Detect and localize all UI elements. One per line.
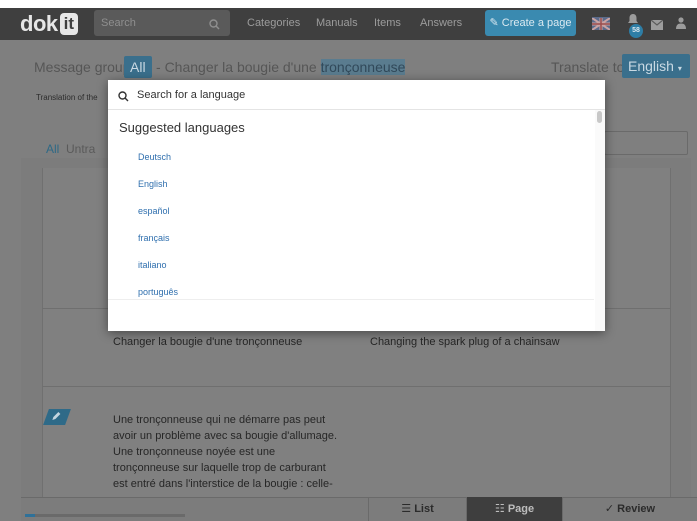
language-option-francais[interactable]: français (138, 233, 170, 243)
checkmark-icon: ✓ (604, 503, 615, 515)
tab-all[interactable]: All (41, 142, 65, 161)
section-divider (108, 299, 594, 300)
view-review-label: Review (617, 503, 656, 515)
source-text-row-2: Une tronçonneuse qui ne démarre pas peut… (113, 414, 338, 490)
create-page-label: Create a page (501, 17, 572, 29)
site-search-placeholder: Search (101, 17, 136, 29)
scrollbar-thumb[interactable] (597, 111, 602, 123)
pencil-icon (52, 412, 61, 420)
dokit-logo[interactable]: dok it (20, 11, 79, 37)
translation-of-text: Translation of the (36, 93, 98, 102)
title-separator: - (156, 59, 161, 75)
grid-list-icon: ☷ (494, 503, 505, 515)
language-option-english[interactable]: English (138, 179, 168, 189)
pencil-icon: ✎ (489, 17, 499, 29)
chevron-down-icon: ▾ (677, 64, 682, 73)
target-language-selector[interactable]: English ▾ (622, 54, 690, 78)
view-list-label: List (414, 503, 434, 515)
nav-link-answers[interactable]: Answers (420, 17, 462, 29)
page-title-text: Changer la bougie d'une (164, 59, 317, 75)
user-profile-icon[interactable] (676, 16, 686, 34)
search-icon (118, 89, 129, 107)
mail-icon[interactable] (650, 17, 664, 35)
nav-link-manuals[interactable]: Manuals (316, 17, 358, 29)
logo-mark: it (59, 13, 79, 35)
translate-to-label: Translate to (551, 59, 625, 75)
suggested-languages-heading: Suggested languages (119, 120, 245, 135)
view-review-button[interactable]: ✓ Review (562, 497, 697, 521)
progress-fill (25, 514, 35, 517)
page-title: - Changer la bougie d'une tronçonneuse (156, 59, 406, 75)
target-text-row-1[interactable]: Changing the spark plug of a chainsaw (370, 336, 560, 348)
uk-flag-icon[interactable] (591, 17, 611, 31)
message-group-label: Message group (34, 59, 131, 75)
nav-link-categories[interactable]: Categories (247, 17, 300, 29)
page-title-highlight: tronçonneuse (320, 59, 406, 75)
site-search-input[interactable]: Search (94, 10, 230, 36)
view-page-button[interactable]: ☷ Page (466, 497, 562, 521)
logo-text: dok (20, 11, 58, 36)
filter-input[interactable] (604, 131, 688, 155)
language-picker-dropdown: Search for a language Suggested language… (108, 80, 605, 331)
message-group-selector[interactable]: All (124, 56, 152, 78)
view-list-button[interactable]: ☰ List (368, 497, 466, 521)
language-option-deutsch[interactable]: Deutsch (138, 152, 171, 162)
language-option-italiano[interactable]: italiano (138, 260, 167, 270)
target-language-value: English (628, 58, 674, 74)
view-page-label: Page (507, 503, 535, 515)
list-icon: ☰ (401, 503, 412, 515)
top-navigation-bar: dok it Search Categories Manuals Items A… (0, 0, 697, 40)
language-option-portugues[interactable]: português (138, 287, 178, 297)
dropdown-scrollbar[interactable] (595, 110, 605, 331)
tab-untranslated[interactable]: Untra (66, 142, 95, 156)
translation-progress-bar (25, 514, 185, 517)
nav-link-items[interactable]: Items (374, 17, 401, 29)
row-divider (42, 386, 671, 387)
language-search-input[interactable]: Search for a language (108, 80, 605, 110)
notification-count-badge: 58 (629, 24, 643, 38)
create-page-button[interactable]: ✎ Create a page (485, 10, 576, 36)
language-option-espanol[interactable]: español (138, 206, 170, 216)
search-icon[interactable] (209, 17, 220, 35)
source-text-row-1: Changer la bougie d'une tronçonneuse (113, 336, 303, 348)
language-search-placeholder: Search for a language (137, 89, 246, 101)
